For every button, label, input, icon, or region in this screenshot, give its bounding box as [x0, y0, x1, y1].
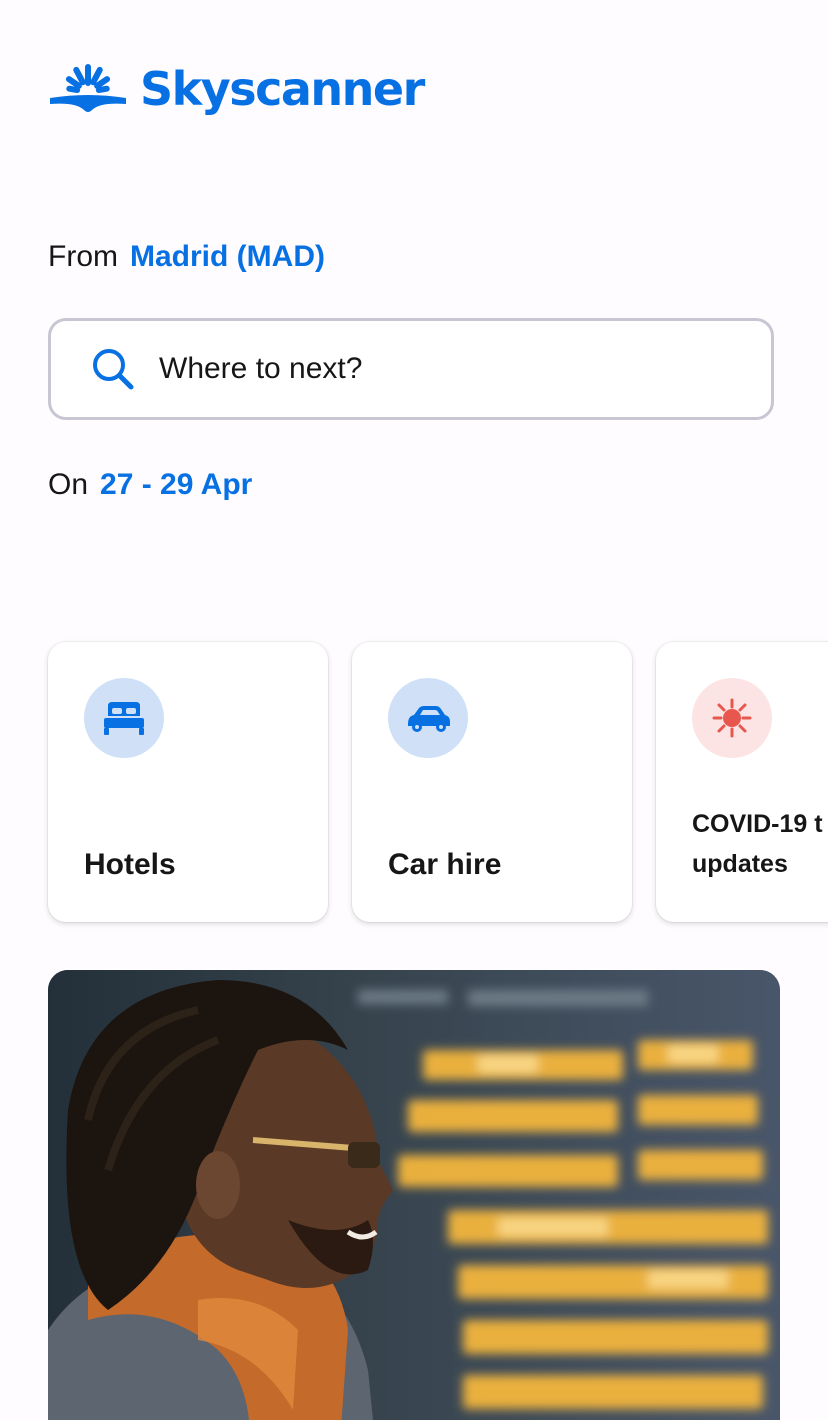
covid-label: COVID-19 t updates — [692, 810, 823, 878]
covid-updates-card[interactable]: COVID-19 t updates — [656, 642, 828, 922]
hotels-icon-badge — [84, 678, 164, 758]
car-hire-icon-badge — [388, 678, 468, 758]
car-icon — [408, 706, 450, 732]
origin-value[interactable]: Madrid (MAD) — [130, 240, 325, 274]
car-hire-label: Car hire — [388, 848, 502, 881]
bed-icon — [104, 702, 144, 735]
origin-selector[interactable]: From Madrid (MAD) — [48, 240, 325, 274]
traveller-photo — [48, 970, 780, 1420]
quick-links: Hotels Car hire COVID-19 t updates — [48, 642, 828, 922]
car-hire-card[interactable]: Car hire — [352, 642, 632, 922]
virus-icon — [712, 698, 752, 738]
hotels-card[interactable]: Hotels — [48, 642, 328, 922]
covid-icon-badge — [692, 678, 772, 758]
date-selector[interactable]: On 27 - 29 Apr — [48, 468, 252, 502]
search-placeholder: Where to next? — [159, 352, 363, 385]
sunrise-logo-icon — [50, 64, 126, 112]
from-label: From — [48, 240, 118, 273]
search-icon — [93, 349, 134, 390]
hotels-label: Hotels — [84, 848, 176, 881]
skyscanner-logo[interactable]: Skyscanner — [48, 62, 425, 116]
date-value[interactable]: 27 - 29 Apr — [100, 468, 252, 502]
date-label: On — [48, 468, 89, 501]
hero-image[interactable] — [48, 970, 780, 1420]
brand-name: Skyscanner — [140, 62, 425, 116]
destination-search-input[interactable]: Where to next? — [48, 318, 774, 420]
home-screen: Skyscanner From Madrid (MAD) Where to ne… — [0, 0, 828, 1420]
